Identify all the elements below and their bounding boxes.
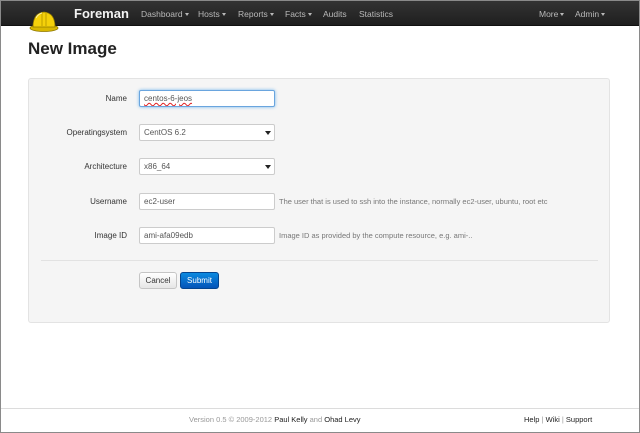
wiki-link[interactable]: Wiki — [546, 415, 560, 424]
version-text: Version 0.5 © 2009-2012 — [189, 415, 273, 424]
nav-facts-label: Facts — [285, 9, 306, 19]
brand-name[interactable]: Foreman — [74, 6, 129, 21]
author-link-paul-kelly[interactable]: Paul Kelly — [274, 415, 307, 424]
select-arrow-icon — [265, 165, 271, 169]
nav-reports-label: Reports — [238, 9, 268, 19]
operatingsystem-value: CentOS 6.2 — [144, 128, 186, 137]
footer: Version 0.5 © 2009-2012 Paul Kelly and O… — [1, 408, 639, 432]
help-link[interactable]: Help — [524, 415, 539, 424]
nav-statistics[interactable]: Statistics — [359, 9, 393, 19]
footer-links: Help | Wiki | Support — [524, 415, 592, 424]
nav-hosts[interactable]: Hosts — [198, 9, 226, 19]
caret-down-icon — [184, 13, 189, 17]
nav-more[interactable]: More — [539, 9, 565, 19]
username-help-text: The user that is used to ssh into the in… — [279, 197, 548, 206]
caret-down-icon — [269, 13, 274, 17]
username-input[interactable]: ec2-user — [139, 193, 275, 210]
image-id-help-text: Image ID as provided by the compute reso… — [279, 231, 473, 240]
footer-separator: | — [541, 415, 544, 424]
caret-down-icon — [560, 13, 565, 17]
support-link[interactable]: Support — [566, 415, 592, 424]
image-id-label: Image ID — [94, 231, 127, 240]
nav-more-label: More — [539, 9, 559, 19]
nav-reports[interactable]: Reports — [238, 9, 274, 19]
username-input-value: ec2-user — [144, 197, 176, 206]
architecture-select[interactable]: x86_64 — [139, 158, 275, 175]
nav-audits[interactable]: Audits — [323, 9, 347, 19]
nav-dashboard-label: Dashboard — [141, 9, 183, 19]
image-id-input-value: ami-afa09edb — [144, 231, 193, 240]
nav-admin-label: Admin — [575, 9, 600, 19]
caret-down-icon — [601, 13, 606, 17]
select-arrow-icon — [265, 131, 271, 135]
operatingsystem-select[interactable]: CentOS 6.2 — [139, 124, 275, 141]
architecture-value: x86_64 — [144, 162, 171, 171]
footer-credits: Version 0.5 © 2009-2012 Paul Kelly and O… — [189, 415, 361, 424]
nav-hosts-label: Hosts — [198, 9, 220, 19]
name-input-value: centos-6-jeos — [144, 94, 193, 103]
name-label: Name — [105, 94, 127, 103]
page-title: New Image — [28, 39, 117, 58]
name-input[interactable]: centos-6-jeos — [139, 90, 275, 107]
nav-admin[interactable]: Admin — [575, 9, 606, 19]
operatingsystem-label: Operatingsystem — [66, 128, 127, 137]
nav-facts[interactable]: Facts — [285, 9, 312, 19]
submit-button[interactable]: Submit — [180, 272, 219, 289]
and-text: and — [309, 415, 323, 424]
author-link-ohad-levy[interactable]: Ohad Levy — [324, 415, 360, 424]
caret-down-icon — [221, 13, 226, 17]
footer-separator: | — [561, 415, 564, 424]
top-navbar: Foreman Dashboard Hosts Reports Facts Au… — [1, 1, 639, 26]
form-divider — [41, 260, 598, 261]
hardhat-icon[interactable] — [29, 7, 59, 33]
username-label: Username — [90, 197, 127, 206]
caret-down-icon — [307, 13, 312, 17]
architecture-label: Architecture — [84, 162, 127, 171]
image-id-input[interactable]: ami-afa09edb — [139, 227, 275, 244]
cancel-button[interactable]: Cancel — [139, 272, 177, 289]
nav-dashboard[interactable]: Dashboard — [141, 9, 189, 19]
